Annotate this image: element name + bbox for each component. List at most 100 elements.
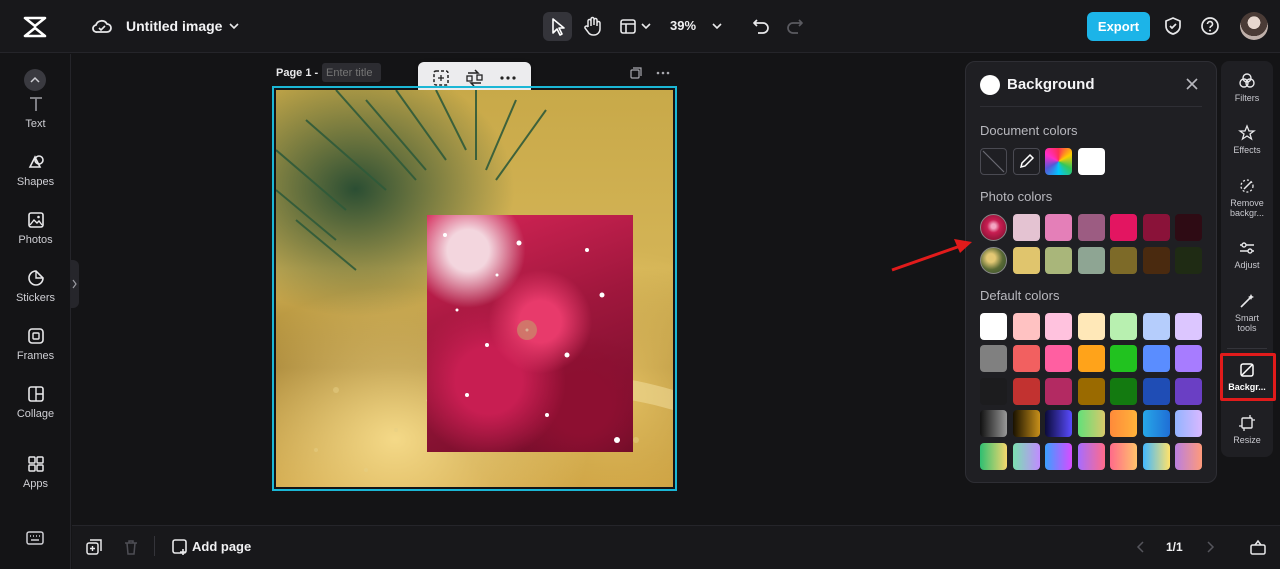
gradient-swatch[interactable] <box>1045 410 1072 437</box>
sidebar-item-collage[interactable]: Collage <box>0 384 71 420</box>
shield-icon[interactable] <box>1162 15 1184 37</box>
default-color-swatch[interactable] <box>1175 378 1202 405</box>
sidebar-item-apps[interactable]: Apps <box>0 454 71 490</box>
add-page-button[interactable]: Add page <box>192 539 251 554</box>
collapse-panel-button[interactable] <box>71 260 79 308</box>
default-color-swatch[interactable] <box>1143 345 1170 372</box>
gradient-swatch[interactable] <box>1013 443 1040 470</box>
gradient-swatch[interactable] <box>1110 443 1137 470</box>
sidebar-item-label: Photos <box>18 234 53 246</box>
replace-icon[interactable] <box>466 69 483 87</box>
default-color-swatch[interactable] <box>1045 345 1072 372</box>
photo-color-swatch[interactable] <box>1045 214 1072 241</box>
color-picker-swatch[interactable] <box>1045 148 1072 175</box>
help-icon[interactable] <box>1199 15 1221 37</box>
keyboard-shortcuts-icon[interactable] <box>25 530 45 546</box>
default-color-swatch[interactable] <box>1078 313 1105 340</box>
cloud-sync-icon[interactable] <box>91 16 113 36</box>
canvas-photo-element[interactable] <box>427 215 633 452</box>
photo-color-swatch[interactable] <box>1013 247 1040 274</box>
default-color-swatch[interactable] <box>1078 378 1105 405</box>
add-page-icon[interactable] <box>171 538 189 556</box>
document-color-swatch[interactable] <box>1078 148 1105 175</box>
photo-color-swatch[interactable] <box>1110 214 1137 241</box>
tab-smart-tools[interactable]: Smart tools <box>1221 292 1273 333</box>
select-area-icon[interactable] <box>433 70 449 86</box>
avatar[interactable] <box>1240 12 1268 40</box>
previous-page-button[interactable] <box>1134 540 1148 554</box>
hand-tool-button[interactable] <box>580 12 606 41</box>
photo-color-swatch[interactable] <box>1078 214 1105 241</box>
default-color-swatch[interactable] <box>1175 313 1202 340</box>
default-color-swatch[interactable] <box>1013 378 1040 405</box>
sidebar-item-shapes[interactable]: Shapes <box>0 152 71 188</box>
gradient-swatch[interactable] <box>1110 410 1137 437</box>
default-color-swatch[interactable] <box>1110 313 1137 340</box>
sidebar-item-photos[interactable]: Photos <box>0 210 71 246</box>
photo-color-swatch[interactable] <box>1045 247 1072 274</box>
tab-filters[interactable]: Filters <box>1221 72 1273 103</box>
layout-tool-button[interactable] <box>617 12 657 41</box>
photo-color-swatch[interactable] <box>1013 214 1040 241</box>
default-color-swatch[interactable] <box>1078 345 1105 372</box>
default-color-swatch[interactable] <box>1013 345 1040 372</box>
gradient-swatch[interactable] <box>1175 443 1202 470</box>
default-color-swatch[interactable] <box>1110 345 1137 372</box>
default-color-swatch[interactable] <box>1045 313 1072 340</box>
gradient-swatch[interactable] <box>1175 410 1202 437</box>
gradient-swatch[interactable] <box>980 443 1007 470</box>
gradient-swatch[interactable] <box>1045 443 1072 470</box>
zoom-level[interactable]: 39% <box>670 18 696 33</box>
scroll-up-button[interactable] <box>24 69 46 91</box>
gradient-swatch[interactable] <box>980 410 1007 437</box>
delete-page-button[interactable] <box>122 538 140 556</box>
sidebar-item-text[interactable]: Text <box>0 94 71 130</box>
default-color-swatch[interactable] <box>1143 313 1170 340</box>
tab-remove-background[interactable]: Remove backgr... <box>1221 177 1273 218</box>
no-color-swatch[interactable] <box>980 148 1007 175</box>
default-color-swatch[interactable] <box>1013 313 1040 340</box>
photo-color-swatch[interactable] <box>1143 214 1170 241</box>
tab-resize[interactable]: Resize <box>1221 414 1273 445</box>
default-color-swatch[interactable] <box>1175 345 1202 372</box>
gradient-swatch[interactable] <box>1078 410 1105 437</box>
chevron-down-icon[interactable] <box>711 20 723 32</box>
select-tool-button[interactable] <box>543 12 572 41</box>
tab-effects[interactable]: Effects <box>1221 124 1273 155</box>
default-color-swatch[interactable] <box>1143 378 1170 405</box>
gradient-swatch[interactable] <box>1143 443 1170 470</box>
default-color-swatch[interactable] <box>1110 378 1137 405</box>
undo-button[interactable] <box>750 15 772 37</box>
photo-color-swatch[interactable] <box>1175 214 1202 241</box>
default-color-swatch[interactable] <box>1045 378 1072 405</box>
chevron-down-icon[interactable] <box>228 20 240 32</box>
photo-thumbnail-gold[interactable] <box>980 247 1007 274</box>
export-button[interactable]: Export <box>1087 12 1150 41</box>
default-color-swatch[interactable] <box>980 313 1007 340</box>
sidebar-item-frames[interactable]: Frames <box>0 326 71 362</box>
close-icon[interactable] <box>1185 77 1199 91</box>
photo-color-swatch[interactable] <box>1143 247 1170 274</box>
next-page-button[interactable] <box>1203 540 1217 554</box>
tab-adjust[interactable]: Adjust <box>1221 239 1273 270</box>
app-logo[interactable] <box>21 14 49 40</box>
sidebar-item-stickers[interactable]: Stickers <box>0 268 71 304</box>
duplicate-page-button[interactable] <box>85 538 103 556</box>
gradient-swatch[interactable] <box>1013 410 1040 437</box>
photo-thumbnail-red[interactable] <box>980 214 1007 241</box>
page-more-icon[interactable] <box>656 66 670 80</box>
eyedropper-swatch[interactable] <box>1013 148 1040 175</box>
photo-color-swatch[interactable] <box>1078 247 1105 274</box>
photo-color-swatch[interactable] <box>1175 247 1202 274</box>
page-title-input[interactable] <box>322 63 381 82</box>
gradient-swatch[interactable] <box>1143 410 1170 437</box>
expand-pages-button[interactable] <box>1249 538 1267 556</box>
redo-button[interactable] <box>784 15 806 37</box>
photo-color-swatch[interactable] <box>1110 247 1137 274</box>
document-title[interactable]: Untitled image <box>126 18 222 34</box>
default-color-swatch[interactable] <box>980 378 1007 405</box>
duplicate-page-icon[interactable] <box>629 66 643 80</box>
gradient-swatch[interactable] <box>1078 443 1105 470</box>
more-options-icon[interactable] <box>500 76 516 80</box>
default-color-swatch[interactable] <box>980 345 1007 372</box>
